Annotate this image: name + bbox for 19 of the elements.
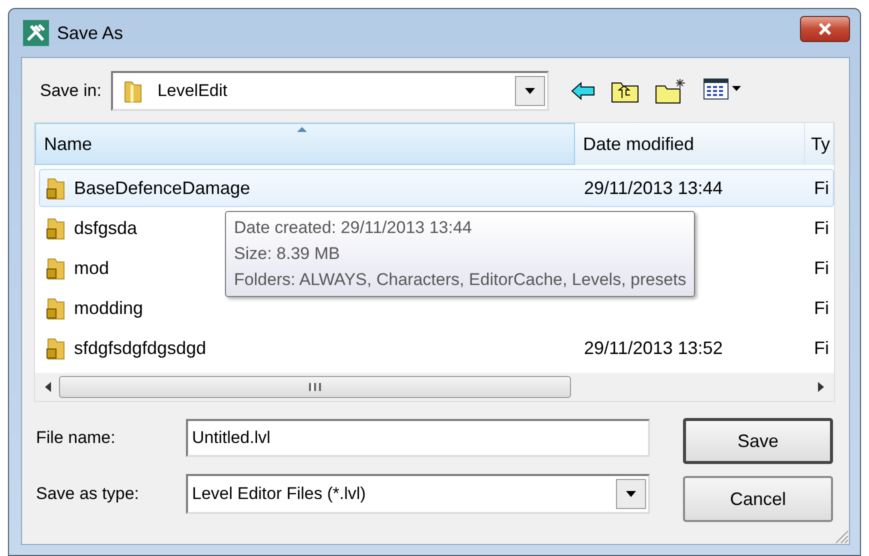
folder-name: dsfgsda (74, 218, 138, 238)
tooltip-line: Size: 8.39 MB (234, 243, 341, 265)
folder-type: Fi (814, 178, 829, 198)
folder-name: mod (74, 258, 110, 278)
date-modified: 29/11/2013 13:52 (584, 338, 723, 358)
folder-name: modding (74, 298, 144, 318)
tooltip-line: Folders: ALWAYS, Characters, EditorCache, Levels, presets (234, 269, 686, 291)
date-modified: 29/11/2013 13:44 (584, 178, 723, 198)
save-in-label: Save in: (40, 81, 102, 101)
window-title: Save As (57, 22, 124, 44)
tooltip-line: Date created: 29/11/2013 13:44 (234, 217, 473, 239)
folder-type: Fi (814, 258, 829, 278)
folder-name: BaseDefenceDamage (74, 178, 250, 198)
file-name-label: File name: (36, 428, 116, 448)
folder-name: sfdgfsdgfdgsdgd (74, 338, 206, 358)
folder-type: Fi (814, 218, 829, 238)
folder-type: Fi (814, 298, 829, 318)
folder-type: Fi (814, 338, 829, 358)
save-as-type-label: Save as type: (36, 484, 140, 504)
